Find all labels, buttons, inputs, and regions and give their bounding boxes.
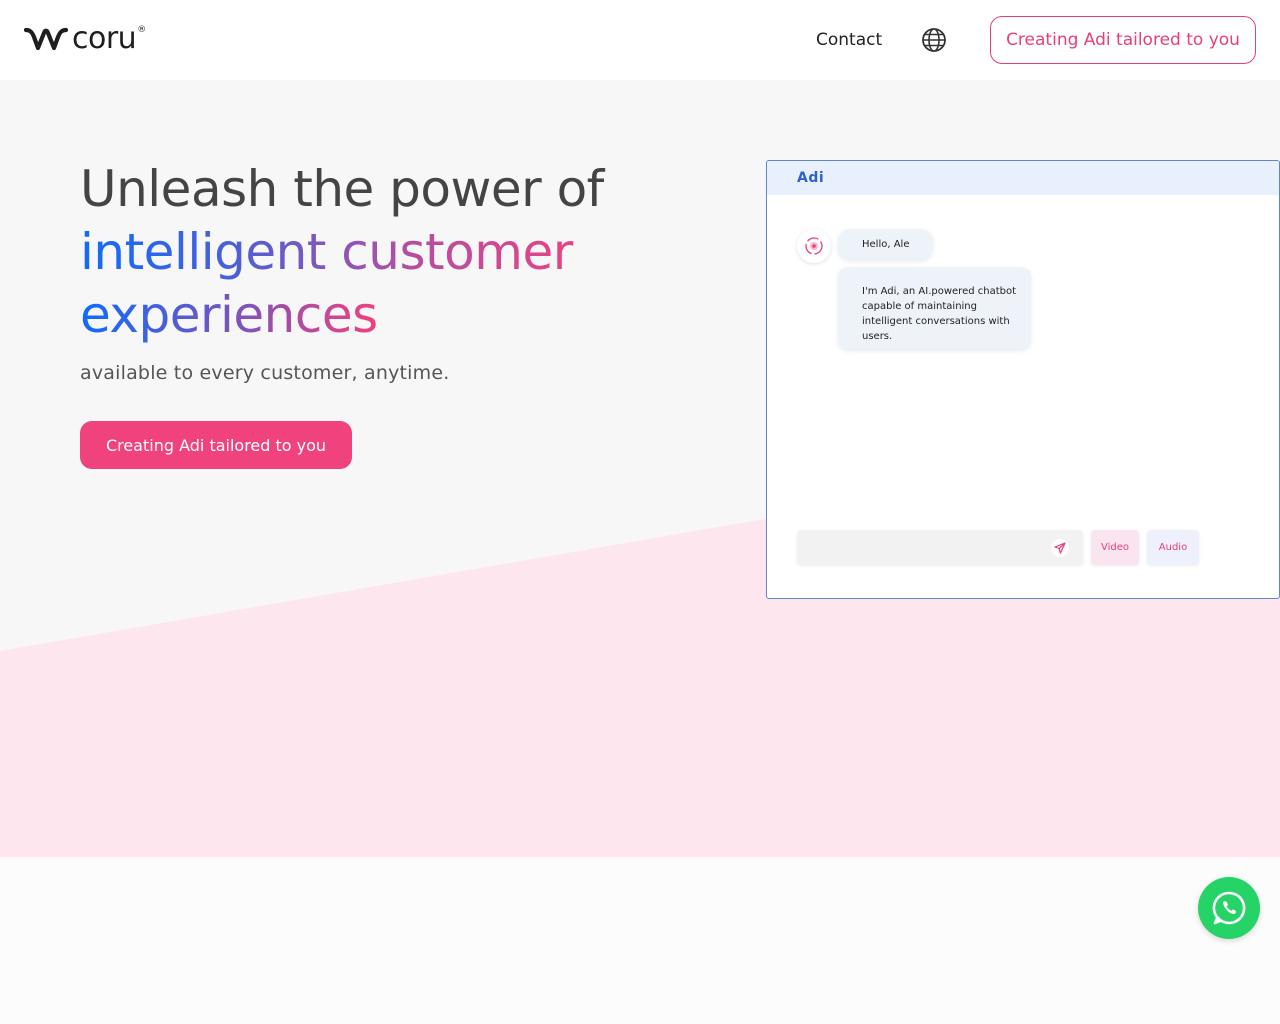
chat-title: Adi: [797, 170, 825, 186]
brand-name: coru: [72, 21, 137, 56]
chat-input[interactable]: [797, 530, 1083, 565]
chat-window: Adi Hello, Ale I'm Adi, an AI.powered ch…: [766, 160, 1280, 599]
chat-message: Hello, Ale: [838, 229, 934, 259]
headline-line-1: Unleash the power of: [80, 160, 604, 218]
audio-mode-button[interactable]: Audio: [1147, 530, 1199, 565]
header-cta-button[interactable]: Creating Adi tailored to you: [990, 16, 1256, 64]
site-header: coru ® Contact Creating Adi tailored to …: [0, 0, 1280, 80]
headline-line-2: intelligent customer: [80, 221, 604, 284]
hero-subline: available to every customer, anytime.: [80, 362, 450, 384]
chat-message-text: Hello, Ale: [862, 238, 910, 250]
headline-line-3: experiences: [80, 286, 378, 344]
hero-headline: Unleash the power of intelligent custome…: [80, 158, 604, 347]
registered-mark: ®: [137, 25, 147, 35]
chat-message: I'm Adi, an AI.powered chatbot capable o…: [838, 267, 1031, 349]
coru-logo[interactable]: coru ®: [24, 24, 146, 56]
chat-message-text: I'm Adi, an AI.powered chatbot capable o…: [862, 286, 1017, 342]
globe-icon[interactable]: [921, 27, 947, 53]
hero-cta-button[interactable]: Creating Adi tailored to you: [80, 421, 352, 469]
coru-logo-icon: [24, 27, 69, 51]
video-mode-button[interactable]: Video: [1091, 530, 1139, 565]
contact-link[interactable]: Contact: [816, 30, 882, 50]
hero-section: Unleash the power of intelligent custome…: [0, 80, 1280, 857]
whatsapp-icon[interactable]: [1198, 877, 1260, 939]
chat-header: Adi: [767, 161, 1279, 195]
send-icon[interactable]: [1051, 539, 1069, 557]
bot-avatar-icon: [797, 229, 831, 263]
